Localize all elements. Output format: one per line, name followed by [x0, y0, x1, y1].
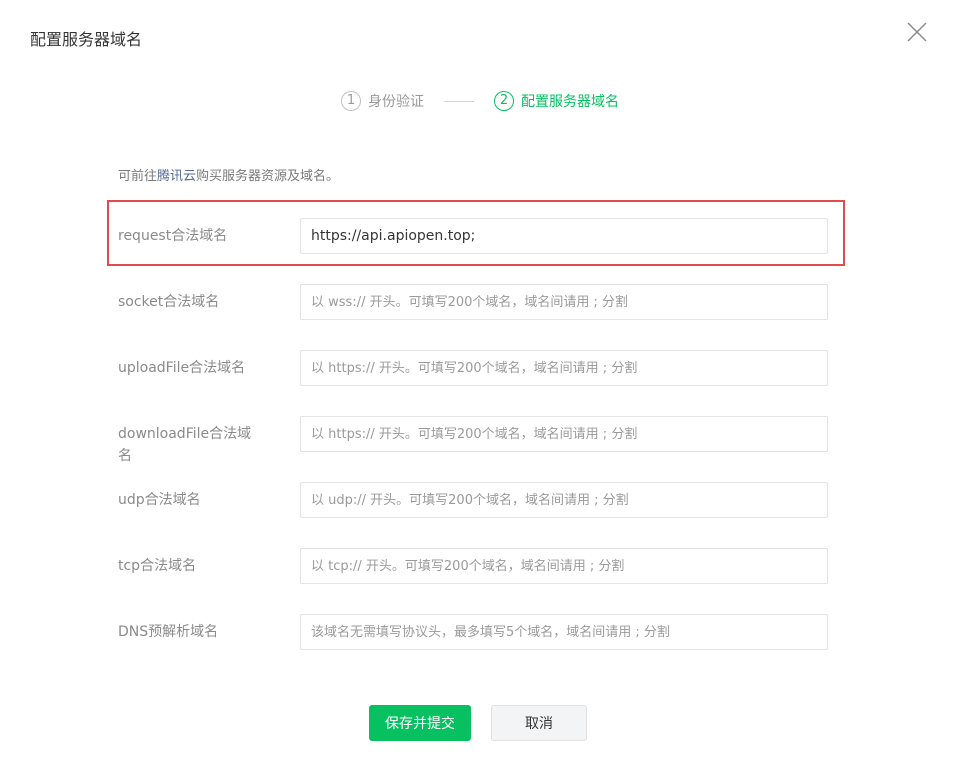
request-domain-input[interactable] [300, 218, 828, 254]
socket-domain-input[interactable] [300, 284, 828, 320]
dialog-title: 配置服务器域名 [30, 30, 143, 49]
close-icon[interactable] [905, 20, 929, 44]
tcp-domain-input[interactable] [300, 548, 828, 584]
tip-text: 可前往腾讯云购买服务器资源及域名。 [118, 168, 339, 186]
cancel-button[interactable]: 取消 [491, 705, 587, 741]
step-number: 1 [341, 91, 361, 111]
step-label: 身份验证 [368, 94, 424, 110]
downloadfile-domain-label: downloadFile合法域名 [118, 426, 252, 464]
downloadfile-domain-input[interactable] [300, 416, 828, 452]
step-config-domain: 2 配置服务器域名 [494, 91, 619, 111]
step-identity: 1 身份验证 [341, 91, 424, 111]
udp-domain-label: udp合法域名 [118, 492, 201, 508]
config-domain-dialog: 配置服务器域名 1 身份验证 2 配置服务器域名 可前往腾讯云购买服务器资源及域… [0, 0, 956, 763]
socket-domain-label: socket合法域名 [118, 294, 220, 310]
dns-prefetch-domain-label: DNS预解析域名 [118, 624, 219, 640]
step-indicator: 1 身份验证 2 配置服务器域名 [341, 90, 619, 112]
step-divider [444, 100, 474, 102]
uploadfile-domain-input[interactable] [300, 350, 828, 386]
tcp-domain-label: tcp合法域名 [118, 558, 197, 574]
dns-prefetch-domain-input[interactable] [300, 614, 828, 650]
tip-suffix: 购买服务器资源及域名。 [196, 169, 340, 184]
step-number: 2 [494, 91, 514, 111]
save-submit-button[interactable]: 保存并提交 [369, 705, 471, 741]
request-domain-label: request合法域名 [118, 228, 228, 244]
tip-prefix: 可前往 [118, 169, 158, 184]
step-label: 配置服务器域名 [521, 94, 619, 110]
uploadfile-domain-label: uploadFile合法域名 [118, 360, 246, 376]
udp-domain-input[interactable] [300, 482, 828, 518]
tencent-cloud-link[interactable]: 腾讯云 [157, 169, 196, 184]
